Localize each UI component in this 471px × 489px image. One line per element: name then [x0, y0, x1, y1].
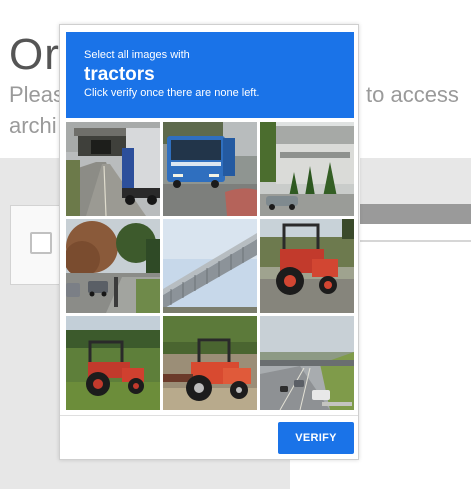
background-divider — [360, 240, 471, 242]
tile-image — [163, 219, 257, 313]
image-grid — [66, 122, 354, 410]
tile-image — [66, 219, 160, 313]
image-tile-tractor[interactable] — [260, 219, 354, 313]
verify-button[interactable]: VERIFY — [278, 422, 354, 454]
background-panel-right — [360, 158, 471, 204]
image-tile-buildings[interactable] — [260, 122, 354, 216]
tile-image — [260, 122, 354, 216]
image-tile-bridge[interactable] — [163, 219, 257, 313]
tile-image — [163, 122, 257, 216]
image-tile-tractor-field[interactable] — [66, 316, 160, 410]
page-text-left: Pleas — [9, 82, 65, 107]
captcha-header: Select all images with tractors Click ve… — [66, 32, 354, 118]
tile-image — [260, 219, 354, 313]
image-tile-highway[interactable] — [260, 316, 354, 410]
captcha-instruction: Select all images with — [84, 49, 190, 61]
image-tile-bus[interactable] — [163, 122, 257, 216]
captcha-dialog: Select all images with tractors Click ve… — [59, 24, 359, 460]
captcha-subinstruction: Click verify once there are none left. — [84, 87, 260, 99]
image-tile-tractor-dirt[interactable] — [163, 316, 257, 410]
tile-image — [260, 316, 354, 410]
captcha-footer-divider — [60, 415, 358, 416]
image-tile-street[interactable] — [66, 219, 160, 313]
image-tile-highway-tunnel[interactable] — [66, 122, 160, 216]
page-text-right: to access — [366, 82, 459, 107]
tile-image — [66, 122, 160, 216]
recaptcha-checkbox[interactable] — [30, 232, 52, 254]
background-bar — [360, 204, 471, 224]
tile-image — [66, 316, 160, 410]
page-heading: Or — [9, 30, 60, 79]
captcha-target: tractors — [84, 64, 155, 85]
tile-image — [163, 316, 257, 410]
page-text-line2: archi — [9, 113, 57, 138]
